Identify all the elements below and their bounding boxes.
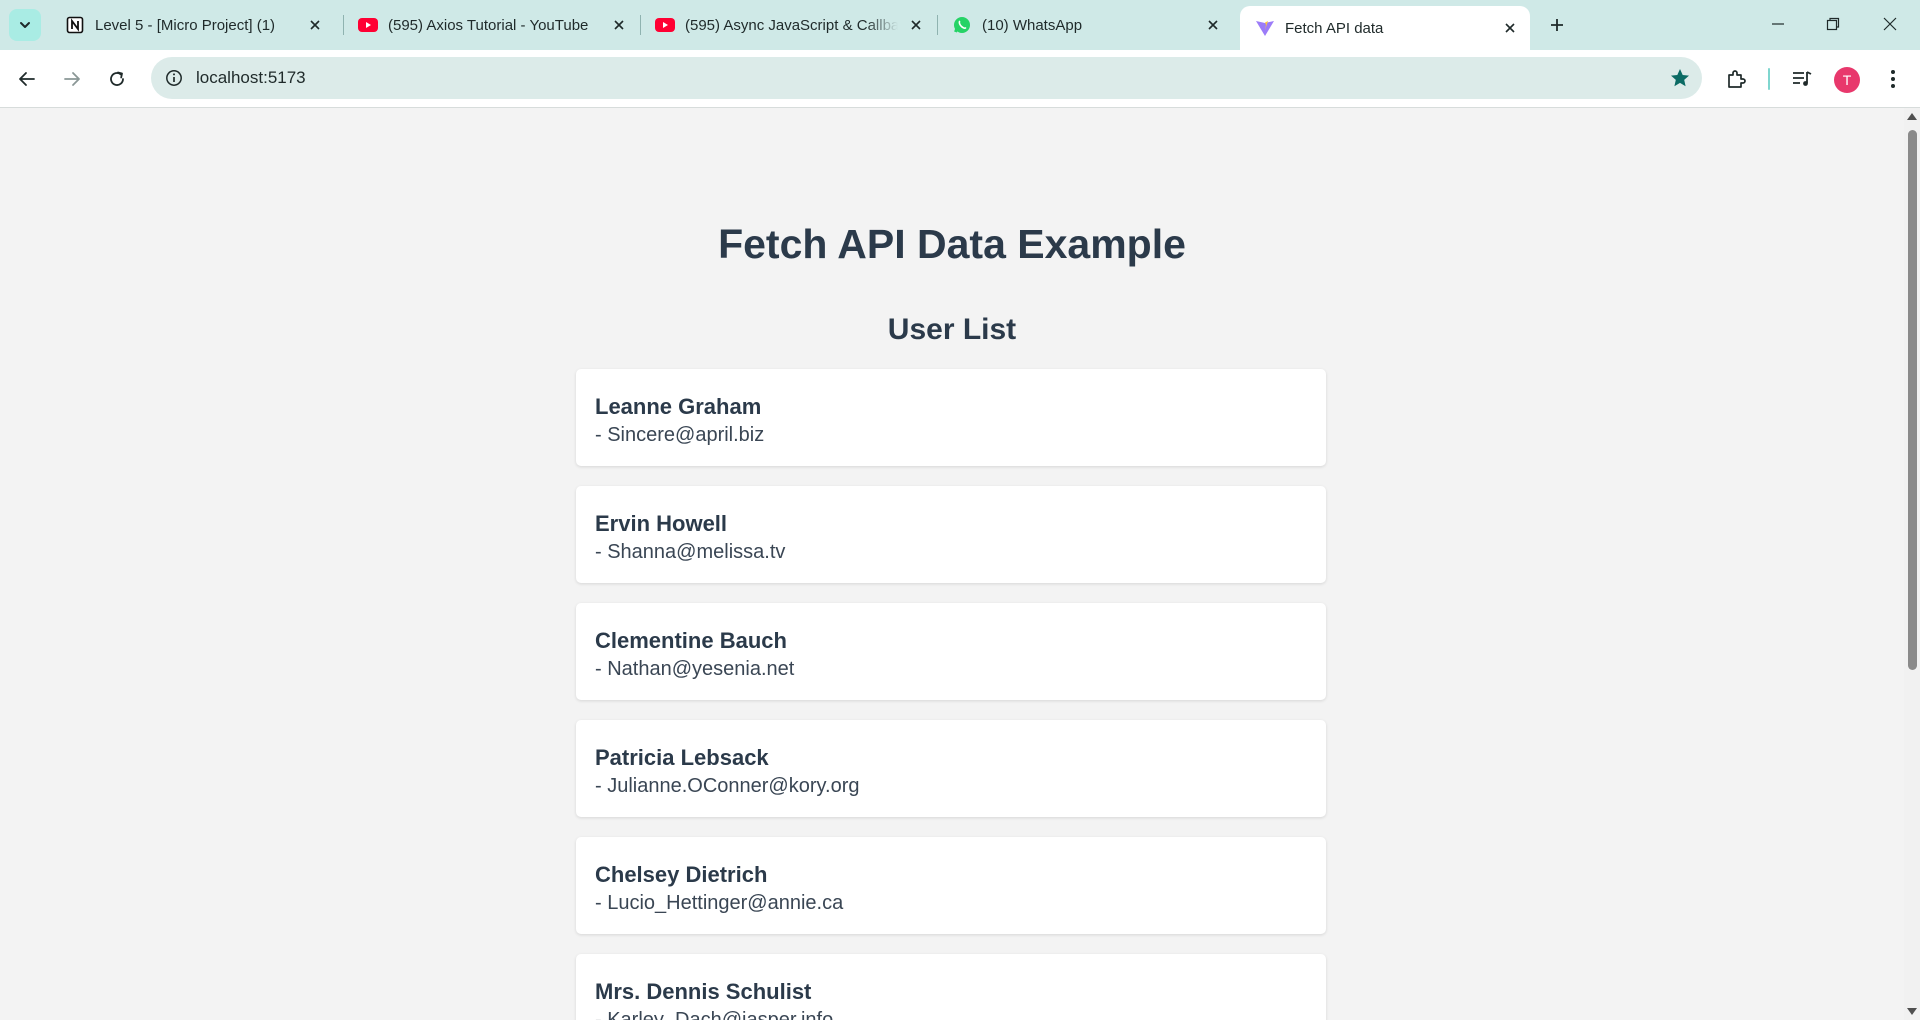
user-email: - Nathan@yesenia.net [595, 658, 795, 680]
close-icon[interactable] [1201, 13, 1225, 37]
whatsapp-icon [952, 15, 972, 35]
user-name: Mrs. Dennis Schulist [595, 979, 812, 1004]
chevron-down-icon [20, 22, 30, 28]
tab-title: (10) WhatsApp [982, 16, 1083, 34]
browser-toolbar: localhost:5173 T [0, 50, 1920, 108]
user-name: Chelsey Dietrich [595, 862, 768, 887]
address-bar[interactable]: localhost:5173 [151, 57, 1702, 99]
tab-fetch-api[interactable]: Fetch API data [1240, 6, 1530, 50]
arrow-left-icon [19, 72, 35, 86]
youtube-icon [655, 15, 675, 35]
forward-button[interactable] [56, 63, 88, 95]
tab-title: (595) Axios Tutorial - YouTube [388, 16, 589, 34]
user-card: Chelsey Dietrich - Lucio_Hettinger@annie… [576, 837, 1326, 934]
close-icon [1883, 17, 1897, 31]
extensions-button[interactable] [1722, 65, 1750, 93]
restore-icon [1826, 17, 1840, 31]
tab-notion[interactable]: Level 5 - [Micro Project] (1) [50, 7, 335, 43]
close-window-button[interactable] [1870, 8, 1910, 40]
restore-button[interactable] [1813, 8, 1853, 40]
user-name: Ervin Howell [595, 511, 728, 536]
user-card: Clementine Bauch - Nathan@yesenia.net [576, 603, 1326, 700]
browser-menu-button[interactable] [1879, 65, 1907, 93]
tab-title: Level 5 - [Micro Project] (1) [95, 16, 276, 34]
toolbar-divider [1768, 68, 1770, 90]
page-viewport: Fetch API Data Example User List Leanne … [0, 108, 1904, 1020]
arrow-right-icon [64, 72, 80, 86]
tab-title: (595) Async JavaScript & Callbacks [685, 16, 898, 34]
page-scrollbar[interactable] [1904, 108, 1920, 1020]
close-icon[interactable] [303, 13, 327, 37]
playlist-music-icon [1793, 71, 1812, 86]
reload-button[interactable] [101, 63, 133, 95]
vite-icon [1255, 18, 1275, 38]
user-card: Mrs. Dennis Schulist - Karley_Dach@jaspe… [576, 954, 1326, 1020]
close-icon[interactable] [607, 13, 631, 37]
user-email: - Lucio_Hettinger@annie.ca [595, 892, 844, 914]
media-controls-button[interactable] [1788, 65, 1816, 93]
plus-icon [1551, 19, 1563, 31]
profile-avatar[interactable]: T [1834, 67, 1860, 93]
user-name: Leanne Graham [595, 394, 762, 419]
tab-axios-youtube[interactable]: (595) Axios Tutorial - YouTube [343, 7, 639, 43]
user-card: Patricia Lebsack - Julianne.OConner@kory… [576, 720, 1326, 817]
user-card: Leanne Graham - Sincere@april.biz [576, 369, 1326, 466]
puzzle-icon [1728, 70, 1746, 88]
user-email: - Karley_Dach@jasper.info [595, 1009, 834, 1020]
page-title: Fetch API Data Example [718, 221, 1186, 267]
scroll-thumb[interactable] [1908, 130, 1917, 670]
site-info-icon[interactable] [163, 67, 185, 89]
user-email: - Shanna@melissa.tv [595, 541, 786, 563]
scroll-up-arrow[interactable] [1907, 113, 1917, 120]
minimize-icon [1772, 23, 1784, 25]
tab-search-button[interactable] [9, 9, 41, 41]
user-email: - Julianne.OConner@kory.org [595, 775, 860, 797]
reload-icon [110, 71, 124, 86]
tab-whatsapp[interactable]: (10) WhatsApp [937, 7, 1233, 43]
user-list: Leanne Graham - Sincere@april.biz Ervin … [576, 369, 1326, 1020]
user-name: Patricia Lebsack [595, 745, 769, 770]
tab-async-youtube[interactable]: (595) Async JavaScript & Callbacks [640, 7, 936, 43]
user-name: Clementine Bauch [595, 628, 787, 653]
tab-strip: Level 5 - [Micro Project] (1) (595) Axio… [0, 0, 1920, 50]
notion-icon [65, 15, 85, 35]
more-vert-icon [1891, 70, 1895, 88]
section-title: User List [887, 313, 1017, 346]
back-button[interactable] [11, 63, 43, 95]
user-card: Ervin Howell - Shanna@melissa.tv [576, 486, 1326, 583]
youtube-icon [358, 15, 378, 35]
user-email: - Sincere@april.biz [595, 424, 765, 446]
close-icon[interactable] [1498, 16, 1522, 40]
tab-title: Fetch API data [1285, 19, 1384, 37]
new-tab-button[interactable] [1543, 11, 1571, 39]
minimize-button[interactable] [1758, 8, 1798, 40]
url-text[interactable]: localhost:5173 [196, 68, 306, 88]
bookmark-star-icon[interactable] [1668, 66, 1692, 90]
close-icon[interactable] [904, 13, 928, 37]
scroll-down-arrow[interactable] [1907, 1008, 1917, 1015]
